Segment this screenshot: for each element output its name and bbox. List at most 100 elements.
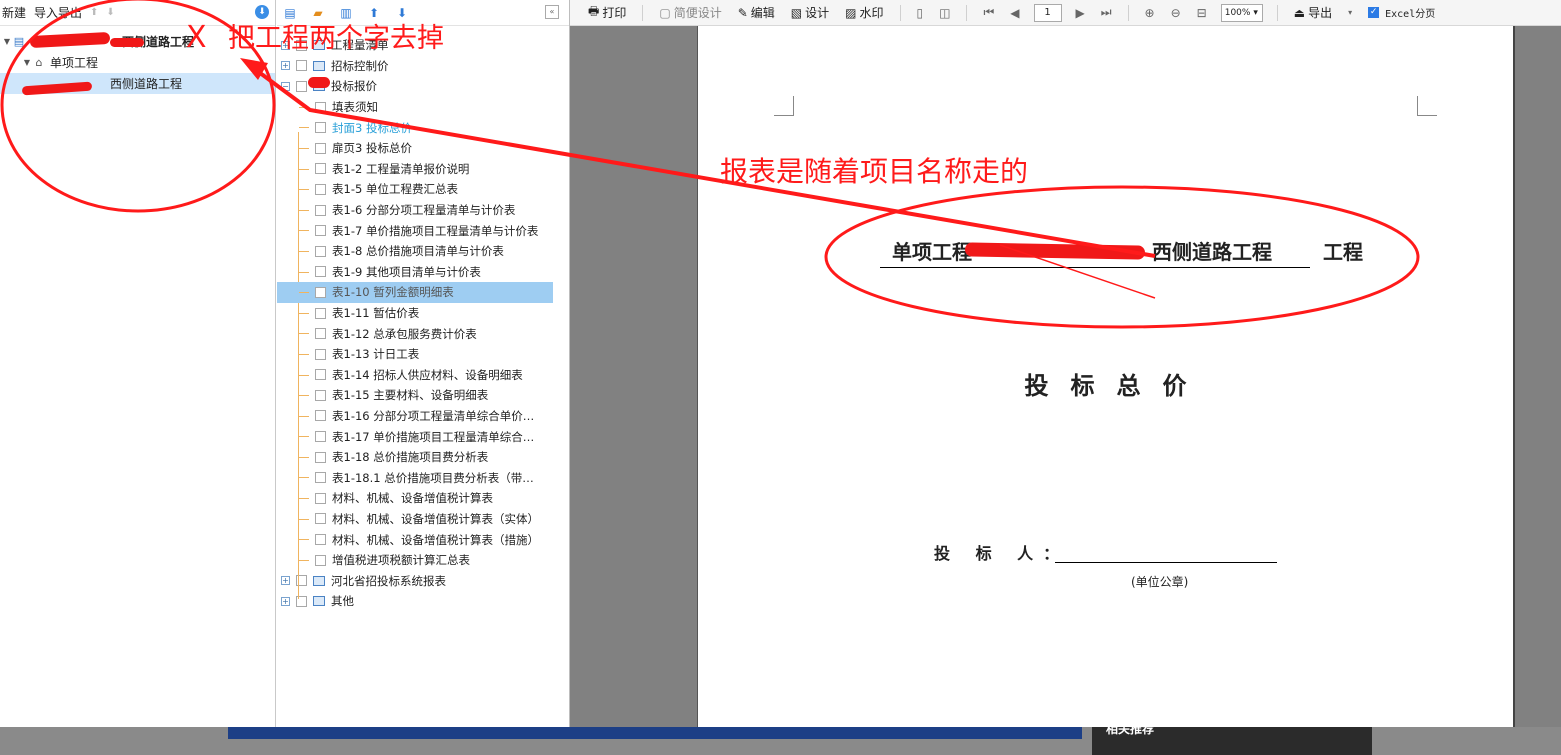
- fit-page-icon[interactable]: ⊟: [1189, 6, 1215, 20]
- report-item[interactable]: 表1-13 计日工表: [277, 344, 569, 365]
- report-item-label: 表1-11 暂估价表: [332, 306, 420, 321]
- report-preview: 单项工程 西侧道路工程 工程 投标总价 投 标 人： (单位公章): [570, 26, 1561, 727]
- new-button[interactable]: 新建: [2, 4, 26, 21]
- excel-paging-toggle[interactable]: ✓ Excel分页: [1360, 5, 1443, 20]
- design-button[interactable]: ▧ 设计: [783, 4, 837, 21]
- single-page-icon[interactable]: ▯: [909, 6, 932, 20]
- move-down-icon[interactable]: ⬇: [106, 7, 114, 18]
- zoom-select[interactable]: 100% ▾: [1220, 3, 1263, 22]
- checkbox[interactable]: [296, 80, 307, 92]
- report-group[interactable]: + 其他: [277, 591, 569, 612]
- zoom-out-icon[interactable]: ⊖: [1163, 6, 1189, 20]
- checkbox[interactable]: [315, 348, 326, 360]
- checkbox[interactable]: [296, 60, 307, 72]
- zoom-in-icon[interactable]: ⊕: [1137, 6, 1163, 20]
- checkbox-checked-icon[interactable]: ✓: [1368, 7, 1380, 18]
- home-icon: ⌂: [35, 55, 43, 69]
- folder-icon: [313, 575, 325, 586]
- export-dropdown-icon[interactable]: ▾: [1340, 8, 1360, 17]
- print-button[interactable]: 🖶 打印: [580, 2, 634, 23]
- checkbox[interactable]: [315, 122, 326, 134]
- report-item[interactable]: 材料、机械、设备增值税计算表（措施）: [277, 529, 569, 550]
- expand-icon[interactable]: +: [281, 576, 290, 586]
- report-item[interactable]: 表1-2 工程量清单报价说明: [277, 159, 569, 180]
- checkbox[interactable]: [315, 225, 326, 237]
- report-item[interactable]: 表1-7 单价措施项目工程量清单与计价表: [277, 220, 569, 241]
- checkbox[interactable]: [315, 163, 326, 175]
- checkbox[interactable]: [315, 554, 326, 566]
- move-up-icon[interactable]: ⬆: [90, 7, 98, 18]
- next-page-icon[interactable]: ▶: [1068, 6, 1093, 20]
- collapse-icon[interactable]: −: [281, 81, 290, 91]
- checkbox[interactable]: [315, 472, 326, 484]
- checkbox[interactable]: [315, 183, 326, 195]
- checkbox[interactable]: [315, 369, 326, 381]
- report-item[interactable]: 表1-5 单位工程费汇总表: [277, 179, 569, 200]
- export-icon: ⏏: [1293, 5, 1306, 20]
- double-page-icon[interactable]: ◫: [931, 6, 958, 20]
- report-item[interactable]: 封面3 投标总价: [277, 117, 569, 138]
- report-item[interactable]: 填表须知: [277, 97, 569, 118]
- report-item[interactable]: 表1-15 主要材料、设备明细表: [277, 385, 569, 406]
- report-item-label: 增值税进项税额计算汇总表: [332, 553, 470, 568]
- app-window: 新建 导入导出 ⬆ ⬇ ⬇ ▼ ▤ 西侧道路工程 ▼ ⌂ 单项工程 西侧道路工程: [0, 0, 1561, 727]
- checkbox[interactable]: [315, 410, 326, 422]
- report-item[interactable]: 表1-17 单价措施项目工程量清单综合…: [277, 426, 569, 447]
- report-item[interactable]: 表1-8 总价措施项目清单与计价表: [277, 241, 569, 262]
- edit-button[interactable]: ✎ 编辑: [730, 4, 783, 21]
- report-item[interactable]: 表1-16 分部分项工程量清单综合单价…: [277, 406, 569, 427]
- report-item[interactable]: 表1-14 招标人供应材料、设备明细表: [277, 365, 569, 386]
- report-group[interactable]: + 招标控制价: [277, 56, 569, 77]
- checkbox[interactable]: [315, 534, 326, 546]
- checkbox[interactable]: [315, 204, 326, 216]
- report-item[interactable]: 材料、机械、设备增值税计算表: [277, 488, 569, 509]
- checkbox[interactable]: [315, 389, 326, 401]
- report-group[interactable]: + 河北省招投标系统报表: [277, 570, 569, 591]
- crop-mark: [774, 96, 794, 116]
- first-page-icon[interactable]: ⏮: [975, 5, 1002, 20]
- report-item-label: 表1-6 分部分项工程量清单与计价表: [332, 203, 516, 218]
- watermark-button[interactable]: ▨ 水印: [837, 4, 891, 21]
- checkbox[interactable]: [315, 431, 326, 443]
- bidder-label: 投 标 人：: [934, 544, 1070, 563]
- title-suffix: 工程: [1322, 240, 1363, 264]
- report-item[interactable]: 表1-12 总承包服务费计价表: [277, 323, 569, 344]
- checkbox[interactable]: [315, 513, 326, 525]
- report-item[interactable]: 材料、机械、设备增值税计算表（实体）: [277, 509, 569, 530]
- checkbox[interactable]: [315, 451, 326, 463]
- expand-icon[interactable]: +: [281, 596, 290, 606]
- expand-arrow-icon[interactable]: ▼: [22, 58, 32, 67]
- expand-icon[interactable]: +: [281, 61, 290, 71]
- checkbox[interactable]: [315, 142, 326, 154]
- bidder-signature-line: [1055, 562, 1277, 563]
- simple-design-button[interactable]: ▢ 简便设计: [651, 4, 729, 21]
- checkbox[interactable]: [315, 492, 326, 504]
- report-item[interactable]: 表1-18 总价措施项目费分析表: [277, 447, 569, 468]
- expand-arrow-icon[interactable]: ▼: [2, 37, 12, 46]
- last-page-icon[interactable]: ⏭: [1093, 5, 1120, 20]
- checkbox[interactable]: [315, 245, 326, 257]
- report-item-label: 表1-15 主要材料、设备明细表: [332, 388, 489, 403]
- report-item[interactable]: 扉页3 投标总价: [277, 138, 569, 159]
- export-button[interactable]: ⏏ 导出: [1286, 4, 1340, 21]
- checkbox[interactable]: [315, 266, 326, 278]
- checkbox[interactable]: [315, 286, 326, 298]
- page-number-input[interactable]: 1: [1033, 3, 1062, 22]
- report-item-label: 表1-2 工程量清单报价说明: [332, 161, 470, 176]
- import-export-button[interactable]: 导入导出: [34, 4, 82, 21]
- report-item[interactable]: 增值税进项税额计算汇总表: [277, 550, 569, 571]
- tree-item-single-project[interactable]: ▼ ⌂ 单项工程: [0, 52, 275, 73]
- report-item-label: 表1-18.1 总价措施项目费分析表（带…: [332, 470, 534, 485]
- report-item[interactable]: 表1-11 暂估价表: [277, 303, 569, 324]
- prev-page-icon[interactable]: ◀: [1002, 6, 1027, 20]
- checkbox[interactable]: [315, 328, 326, 340]
- collapse-panel-icon[interactable]: «: [545, 5, 559, 19]
- report-item[interactable]: 表1-18.1 总价措施项目费分析表（带…: [277, 467, 569, 488]
- redaction-mark: [110, 38, 144, 47]
- checkbox[interactable]: [315, 101, 326, 113]
- annotation-report-note: 报表是随着项目名称走的: [720, 155, 1029, 188]
- checkbox[interactable]: [315, 307, 326, 319]
- report-item[interactable]: 表1-10 暂列金额明细表: [277, 282, 553, 303]
- report-item[interactable]: 表1-6 分部分项工程量清单与计价表: [277, 200, 569, 221]
- report-item[interactable]: 表1-9 其他项目清单与计价表: [277, 262, 569, 283]
